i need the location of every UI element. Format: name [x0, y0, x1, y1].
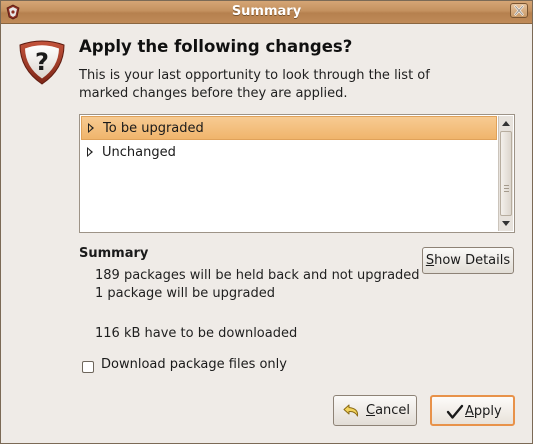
dialog-description: This is your last opportunity to look th… — [79, 68, 430, 101]
apply-button[interactable]: Apply — [430, 395, 515, 426]
checkmark-icon — [446, 404, 464, 419]
title-bar[interactable]: Summary — [1, 1, 532, 24]
download-only-label[interactable]: Download package files only — [101, 357, 287, 372]
expander-icon[interactable] — [88, 123, 94, 133]
vertical-scrollbar[interactable] — [498, 116, 513, 231]
dialog-heading: Apply the following changes? — [79, 37, 353, 56]
question-icon: ? — [19, 40, 65, 85]
window-title: Summary — [231, 4, 302, 19]
close-button[interactable] — [510, 3, 528, 18]
scroll-up-arrow-icon[interactable] — [502, 121, 510, 126]
tree-row-label: Unchanged — [102, 145, 176, 160]
summary-held-back: 189 packages will be held back and not u… — [95, 268, 420, 283]
show-details-button[interactable]: Show Details — [422, 247, 514, 274]
tree-row-unchanged[interactable]: Unchanged — [81, 141, 497, 165]
apply-label: Apply — [465, 404, 502, 419]
svg-text:?: ? — [35, 48, 49, 76]
tree-row-to-be-upgraded[interactable]: To be upgraded — [81, 116, 497, 140]
grip-icon — [504, 185, 509, 194]
tree-row-label: To be upgraded — [103, 121, 204, 136]
summary-dialog: Summary ? Apply the following changes? T… — [0, 0, 533, 444]
summary-upgraded: 1 package will be upgraded — [95, 286, 275, 301]
cancel-button[interactable]: Cancel — [333, 395, 417, 426]
changes-tree-list[interactable]: To be upgraded Unchanged — [79, 114, 515, 233]
summary-title: Summary — [79, 246, 149, 261]
scroll-down-arrow-icon[interactable] — [502, 221, 510, 226]
undo-arrow-icon — [343, 404, 359, 417]
show-details-label: Show Details — [425, 253, 511, 268]
summary-download-size: 116 kB have to be downloaded — [95, 326, 298, 341]
close-icon — [514, 5, 524, 16]
download-only-checkbox[interactable] — [82, 361, 94, 373]
expander-icon[interactable] — [87, 147, 93, 157]
cancel-label: Cancel — [366, 403, 411, 418]
scroll-thumb[interactable] — [500, 131, 512, 216]
